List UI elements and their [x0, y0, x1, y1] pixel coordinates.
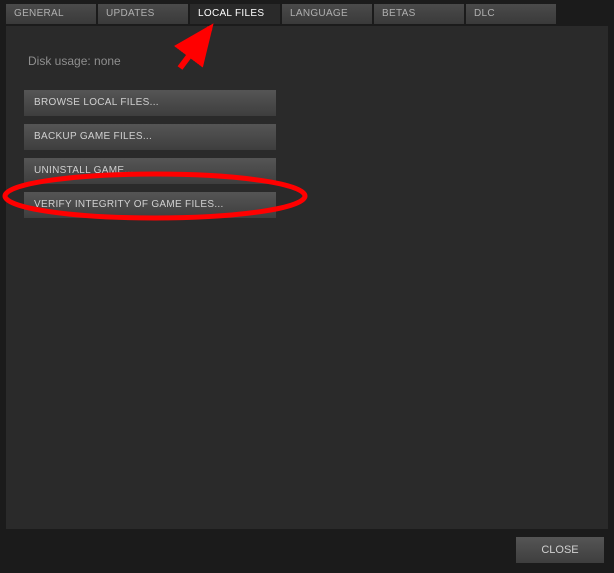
verify-integrity-button[interactable]: VERIFY INTEGRITY OF GAME FILES... — [24, 192, 276, 218]
tab-betas[interactable]: BETAS — [374, 4, 464, 24]
backup-game-files-button[interactable]: BACKUP GAME FILES... — [24, 124, 276, 150]
local-files-panel: Disk usage: none BROWSE LOCAL FILES... B… — [6, 26, 608, 529]
tab-general[interactable]: GENERAL — [6, 4, 96, 24]
close-button[interactable]: CLOSE — [516, 537, 604, 563]
browse-local-files-button[interactable]: BROWSE LOCAL FILES... — [24, 90, 276, 116]
uninstall-game-button[interactable]: UNINSTALL GAME... — [24, 158, 276, 184]
disk-usage-label: Disk usage: none — [28, 54, 590, 68]
tab-local-files[interactable]: LOCAL FILES — [190, 4, 280, 24]
tab-updates[interactable]: UPDATES — [98, 4, 188, 24]
tab-bar: GENERAL UPDATES LOCAL FILES LANGUAGE BET… — [0, 0, 614, 24]
tab-language[interactable]: LANGUAGE — [282, 4, 372, 24]
footer: CLOSE — [516, 537, 604, 563]
tab-dlc[interactable]: DLC — [466, 4, 556, 24]
